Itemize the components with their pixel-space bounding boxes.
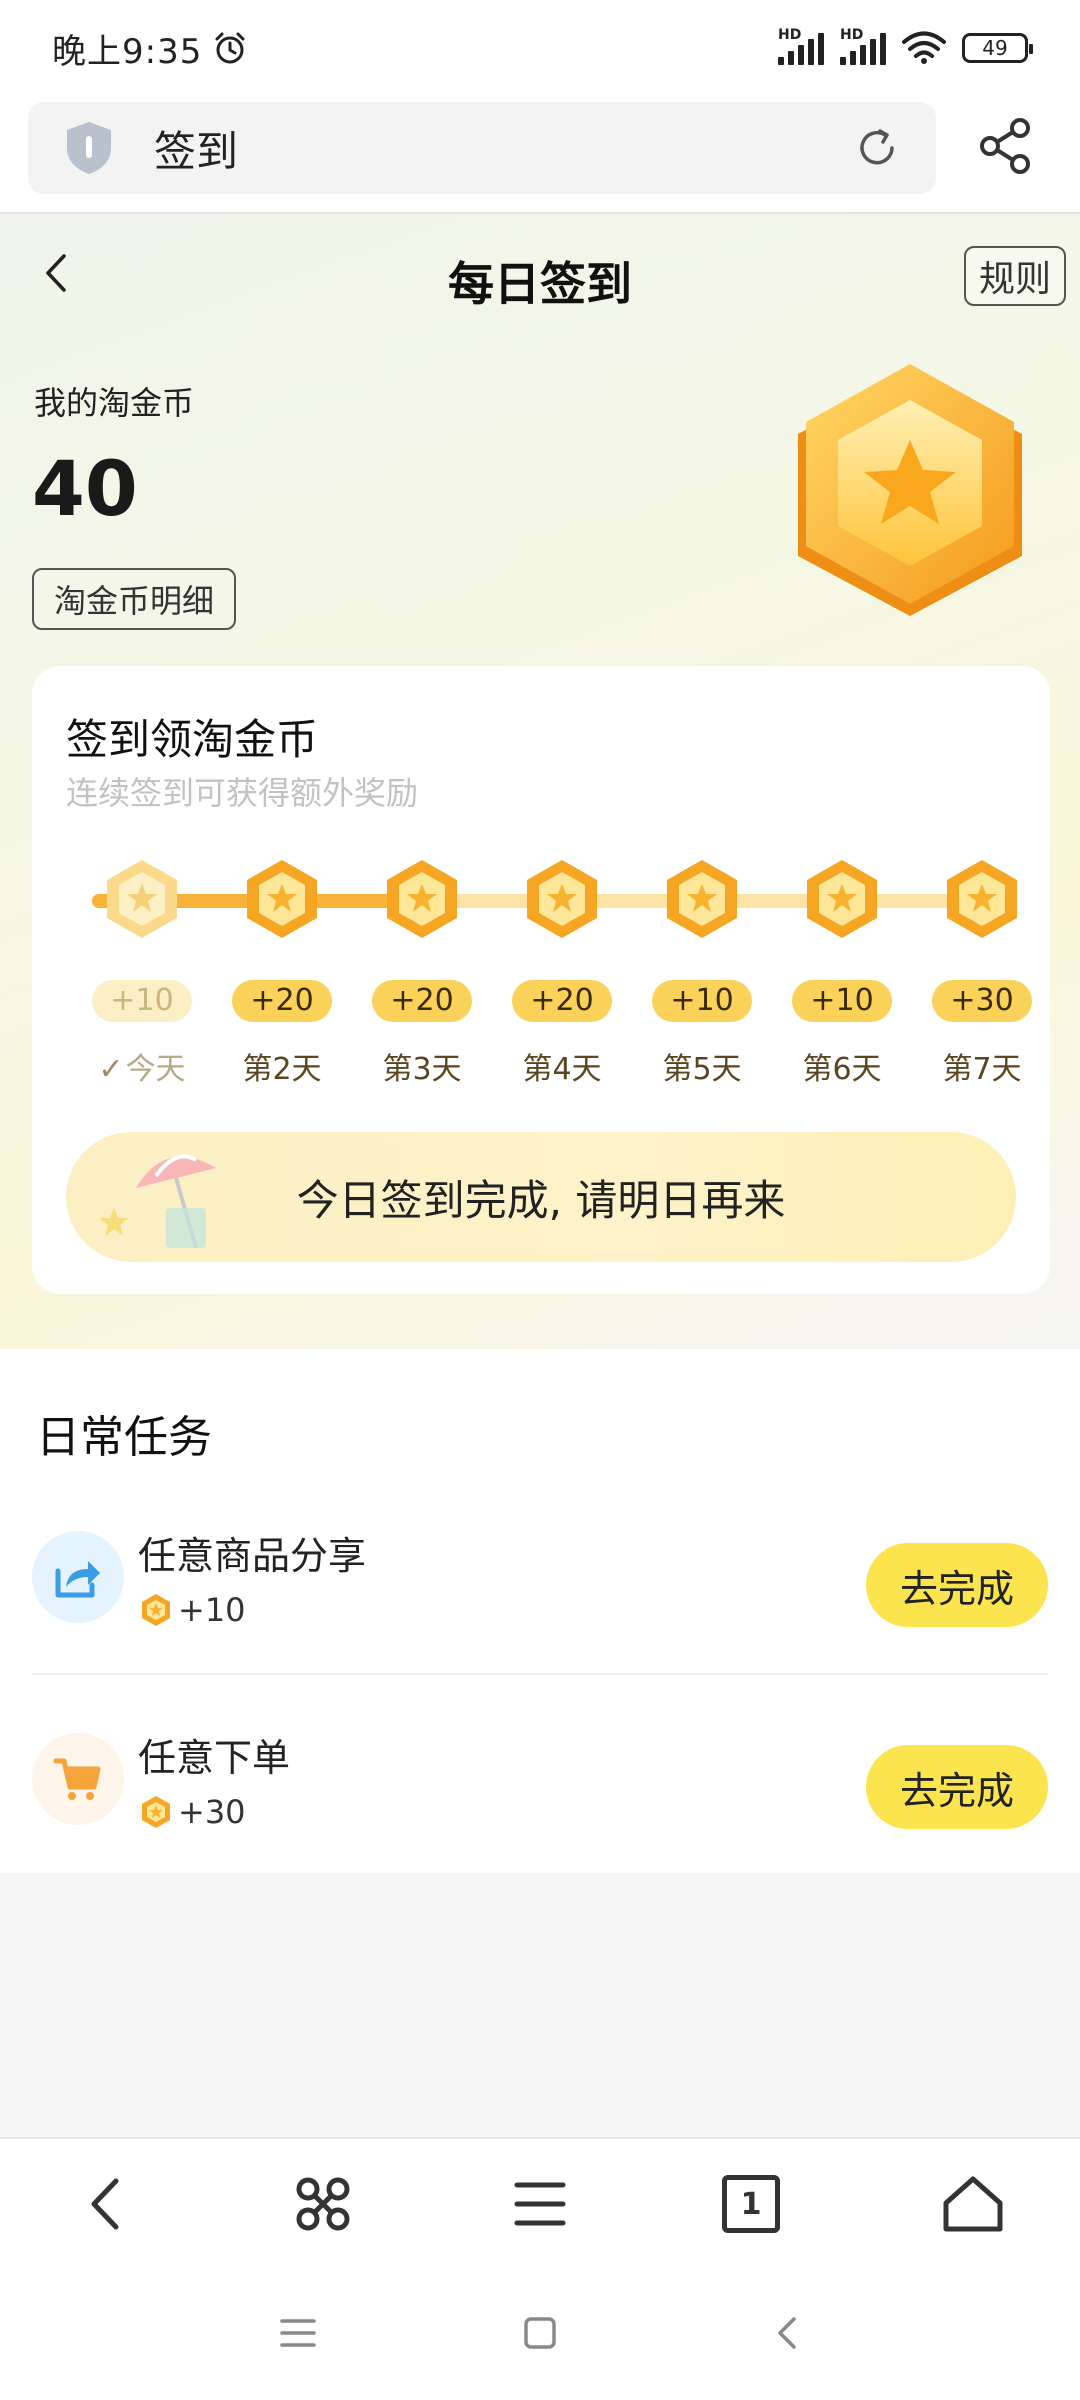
day-label: 第2天 [242, 1052, 322, 1087]
task-reward-value: +10 [178, 1591, 246, 1629]
day-5: +10 第5天 [642, 856, 762, 1088]
coin-medal-icon [387, 860, 457, 938]
cellular-signal-1-icon: HD [778, 27, 824, 65]
coin-medal-icon [107, 860, 177, 938]
task-name: 任意商品分享 [138, 1534, 367, 1578]
battery-level: 49 [982, 36, 1008, 60]
battery-indicator: 49 [962, 33, 1033, 63]
status-bar: 晚上9:35 HD HD 49 [0, 0, 1080, 96]
beach-umbrella-icon [136, 1154, 216, 1249]
coin-medal-icon [807, 860, 877, 938]
home-icon[interactable] [938, 2169, 1008, 2239]
home-nav-icon[interactable] [518, 2311, 562, 2355]
day-label: 第6天 [802, 1052, 882, 1087]
cart-icon [32, 1733, 124, 1825]
cellular-signal-2-icon: HD [840, 27, 886, 65]
task-item: 任意商品分享 +10 去完成 [32, 1513, 1048, 1673]
checkin-title: 签到领淘金币 [66, 715, 319, 764]
coin-balance-label: 我的淘金币 [34, 384, 195, 422]
url-field[interactable]: 签到 [28, 102, 936, 194]
wifi-icon [902, 31, 946, 64]
apps-icon[interactable] [288, 2169, 358, 2239]
page-title: 每日签到 [448, 257, 632, 311]
task-name: 任意下单 [138, 1736, 291, 1780]
checkin-card: 签到领淘金币 连续签到可获得额外奖励 +10 ✓今天 +20 第2天 +20 第… [32, 666, 1050, 1294]
reload-icon[interactable] [854, 125, 900, 171]
day-points: +10 [92, 980, 192, 1022]
rules-button[interactable]: 规则 [964, 246, 1066, 306]
day-points: +10 [792, 980, 892, 1022]
alarm-icon [215, 32, 245, 64]
day-today: +10 ✓今天 [82, 856, 202, 1088]
coin-medal-icon [247, 860, 317, 938]
day-points: +20 [512, 980, 612, 1022]
menu-icon[interactable] [505, 2169, 575, 2239]
daily-tasks-section: 日常任务 任意商品分享 +10 去完成 任意下单 +30 去完成 [0, 1349, 1080, 1873]
coin-balance-value: 40 [32, 444, 138, 533]
checkin-subtitle: 连续签到可获得额外奖励 [66, 774, 419, 812]
coin-medal-icon [527, 860, 597, 938]
daily-tasks-title: 日常任务 [36, 1412, 212, 1463]
day-label: 第3天 [382, 1052, 462, 1087]
page-address: 签到 [154, 126, 239, 176]
day-label: 第4天 [522, 1052, 602, 1087]
task-go-button[interactable]: 去完成 [866, 1745, 1048, 1829]
coin-icon [142, 1594, 170, 1626]
shield-icon[interactable] [64, 120, 114, 176]
browser-toolbar: 1 [0, 2137, 1080, 2267]
day-label: 第7天 [942, 1052, 1022, 1087]
day-2: +20 第2天 [222, 856, 342, 1088]
checkin-days: +10 ✓今天 +20 第2天 +20 第3天 +20 第4天 +10 第5天 … [32, 856, 1050, 1116]
tab-count: 1 [740, 2186, 762, 2222]
task-reward-value: +30 [178, 1793, 246, 1831]
back-nav-icon[interactable] [766, 2311, 810, 2355]
system-nav-bar [0, 2267, 1080, 2400]
coin-icon [142, 1796, 170, 1828]
day-label: 第5天 [662, 1052, 742, 1087]
task-reward: +10 [138, 1591, 246, 1629]
back-icon[interactable] [72, 2169, 142, 2239]
task-go-button[interactable]: 去完成 [866, 1543, 1048, 1627]
day-points: +20 [372, 980, 472, 1022]
day-7: +30 第7天 [922, 856, 1042, 1088]
day-4: +20 第4天 [502, 856, 622, 1088]
share-icon[interactable] [976, 116, 1036, 176]
checkin-complete-text: 今日签到完成, 请明日再来 [296, 1175, 786, 1225]
day-label: 今天 [125, 1052, 186, 1087]
gold-medal-illustration [798, 364, 1022, 616]
checkin-complete-banner: 今日签到完成, 请明日再来 [66, 1132, 1016, 1262]
coin-medal-icon [947, 860, 1017, 938]
task-item: 任意下单 +30 去完成 [32, 1715, 1048, 1875]
check-icon: ✓ [98, 1052, 124, 1087]
coin-medal-icon [667, 860, 737, 938]
day-points: +30 [932, 980, 1032, 1022]
share-icon [32, 1531, 124, 1623]
day-points: +10 [652, 980, 752, 1022]
coin-detail-button[interactable]: 淘金币明细 [32, 568, 236, 630]
tabs-button[interactable]: 1 [722, 2175, 780, 2233]
task-reward: +30 [138, 1793, 246, 1831]
star-icon [99, 1208, 129, 1236]
day-points: +20 [232, 980, 332, 1022]
browser-address-bar: 签到 [0, 96, 1080, 214]
clock: 晚上9:35 [52, 31, 203, 72]
day-6: +10 第6天 [782, 856, 902, 1088]
recents-icon[interactable] [276, 2311, 320, 2355]
divider [32, 1673, 1048, 1675]
day-3: +20 第3天 [362, 856, 482, 1088]
